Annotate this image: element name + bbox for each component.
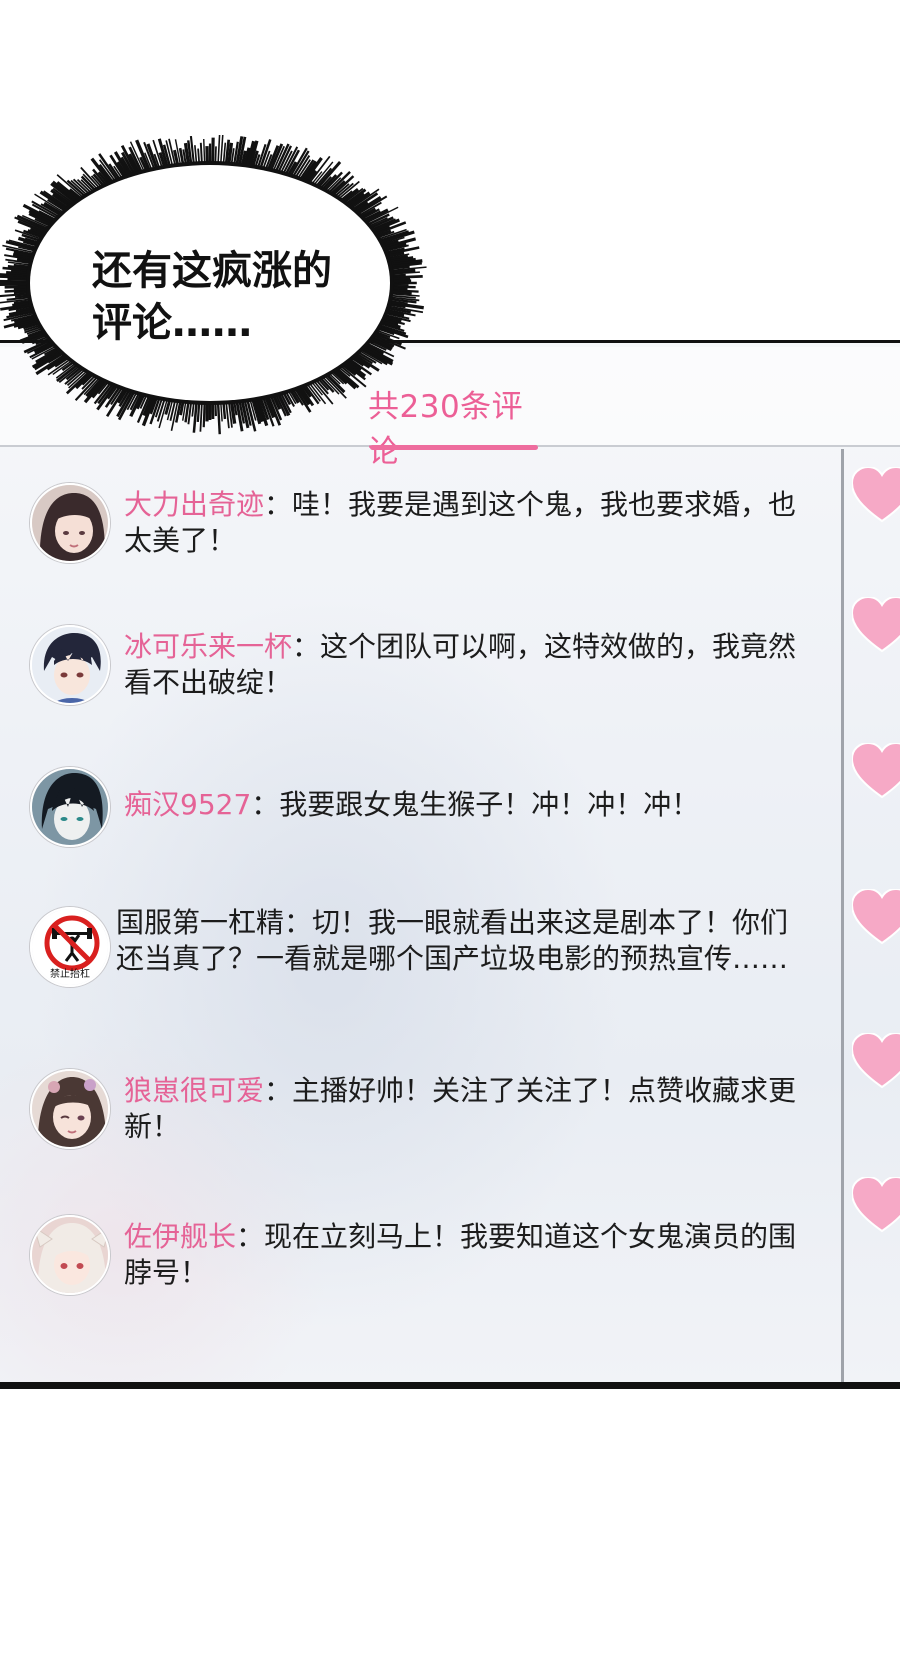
like-heart-icon[interactable] (852, 597, 900, 653)
comment-username[interactable]: 国服第一杠精 (116, 906, 284, 939)
anime-girl-avatar[interactable] (30, 483, 110, 563)
no-barbell-sign-avatar[interactable]: 禁止抬杠 (30, 907, 110, 987)
comment-username[interactable]: 冰可乐来一杯 (124, 630, 292, 663)
column-divider (841, 449, 844, 1386)
comment-content: 我要跟女鬼生猴子！冲！冲！冲！ (279, 788, 700, 821)
comment-separator: ： (264, 1074, 293, 1107)
comment-body: 狼崽很可爱：主播好帅！关注了关注了！点赞收藏求更新！ (124, 1073, 814, 1145)
comment-separator: ： (284, 906, 313, 939)
comment-username[interactable]: 大力出奇迹 (124, 488, 264, 521)
comment-username[interactable]: 狼崽很可爱 (124, 1074, 264, 1107)
comment-username[interactable]: 佐伊舰长 (124, 1220, 236, 1253)
avatar-caption: 禁止抬杠 (50, 969, 90, 980)
like-heart-icon[interactable] (852, 467, 900, 523)
comment-separator: ： (236, 1220, 265, 1253)
comment-body: 佐伊舰长：现在立刻马上！我要知道这个女鬼演员的围脖号！ (124, 1219, 814, 1291)
like-heart-icon[interactable] (852, 889, 900, 945)
like-heart-icon[interactable] (852, 743, 900, 799)
panel-bottom-border (0, 1382, 900, 1389)
active-tab-indicator (370, 445, 538, 450)
comment-username[interactable]: 痴汉9527 (124, 788, 251, 821)
comment-body: 痴汉9527：我要跟女鬼生猴子！冲！冲！冲！ (124, 787, 814, 823)
comment-separator: ： (251, 788, 280, 821)
anime-boy-avatar[interactable] (30, 625, 110, 705)
white-hair-girl-avatar[interactable] (30, 1215, 110, 1295)
comment-body: 大力出奇迹：哇！我要是遇到这个鬼，我也要求婚，也太美了！ (124, 487, 814, 559)
comment-separator: ： (264, 488, 293, 521)
narration-text: 还有这疯涨的评论…… (92, 248, 332, 346)
comments-panel: 共230条评论 大力出奇迹：哇！我要是遇到这个鬼，我也要求婚，也太美了！ 冰可乐… (0, 343, 900, 1386)
like-heart-icon[interactable] (852, 1033, 900, 1089)
winking-girl-avatar[interactable] (30, 1069, 110, 1149)
like-heart-icon[interactable] (852, 1177, 900, 1233)
comment-body: 冰可乐来一杯：这个团队可以啊，这特效做的，我竟然看不出破绽！ (124, 629, 814, 701)
comment-separator: ： (292, 630, 321, 663)
dark-hair-boy-avatar[interactable] (30, 767, 110, 847)
comment-body: 国服第一杠精：切！我一眼就看出来这是剧本了！你们还当真了？一看就是哪个国产垃圾电… (116, 905, 806, 977)
